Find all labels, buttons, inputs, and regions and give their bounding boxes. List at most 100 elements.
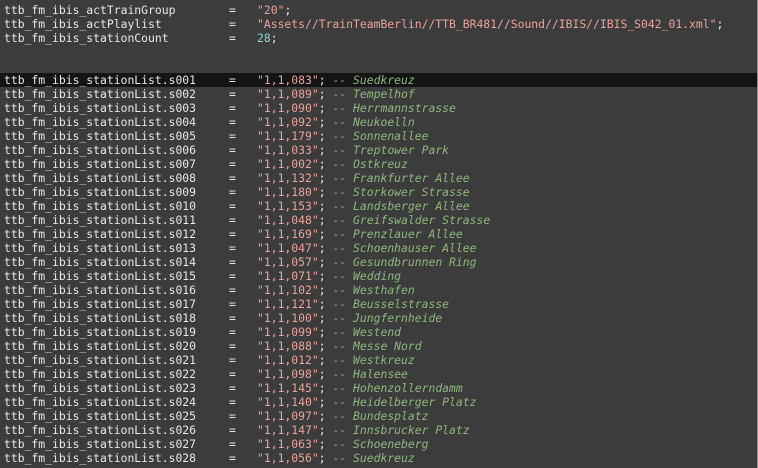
code-line-station[interactable]: ttb_fm_ibis_stationList.s018 = "1,1,100"; … xyxy=(0,311,758,325)
code-line-act-playlist[interactable]: ttb_fm_ibis_actPlaylist = "Assets//Train… xyxy=(0,17,758,31)
code-string: "1,1,083" xyxy=(257,73,319,87)
code-line-station[interactable]: ttb_fm_ibis_stationList.s015 = "1,1,071"; … xyxy=(0,269,758,283)
code-value: "20"; xyxy=(257,3,291,17)
code-comment: -- Westend xyxy=(332,325,402,339)
code-key: ttb_fm_ibis_stationList.s014 xyxy=(4,255,197,269)
code-string: "1,1,056" xyxy=(257,451,319,465)
code-line-station[interactable]: ttb_fm_ibis_stationList.s005 = "1,1,179"; … xyxy=(0,129,758,143)
code-comment: -- Landsberger Allee xyxy=(332,199,470,213)
code-value: "1,1,145"; -- Hohenzollerndamm xyxy=(257,381,463,395)
code-operator: = xyxy=(229,381,236,395)
code-value: "1,1,090"; -- Herrmannstrasse xyxy=(257,101,456,115)
code-comment: -- Herrmannstrasse xyxy=(332,101,456,115)
code-operator: = xyxy=(229,129,236,143)
code-key: ttb_fm_ibis_stationList.s012 xyxy=(4,227,197,241)
code-operator: = xyxy=(229,269,236,283)
code-key: ttb_fm_ibis_stationList.s013 xyxy=(4,241,197,255)
code-line-station[interactable]: ttb_fm_ibis_stationList.s011 = "1,1,048"; … xyxy=(0,213,758,227)
code-string: "1,1,132" xyxy=(257,171,319,185)
code-operator: = xyxy=(229,101,236,115)
code-line-station[interactable]: ttb_fm_ibis_stationList.s022 = "1,1,098"; … xyxy=(0,367,758,381)
code-semicolon: ; xyxy=(318,381,326,395)
code-semicolon: ; xyxy=(318,157,326,171)
code-key: ttb_fm_ibis_stationList.s005 xyxy=(4,129,197,143)
code-semicolon: ; xyxy=(318,185,326,199)
code-semicolon: ; xyxy=(270,31,278,45)
code-line-station[interactable]: ttb_fm_ibis_stationList.s019 = "1,1,099"; … xyxy=(0,325,758,339)
code-semicolon: ; xyxy=(318,451,326,465)
code-comment: -- Westkreuz xyxy=(332,353,415,367)
code-line-current[interactable]: ttb_fm_ibis_stationList.s001 = "1,1,083"; … xyxy=(0,73,758,87)
code-string: "1,1,048" xyxy=(257,213,319,227)
code-value: "1,1,153"; -- Landsberger Allee xyxy=(257,199,470,213)
code-line-station[interactable]: ttb_fm_ibis_stationList.s008 = "1,1,132"; … xyxy=(0,171,758,185)
code-line-station-count[interactable]: ttb_fm_ibis_stationCount = 28; xyxy=(0,31,758,45)
code-value: "1,1,092"; -- Neukoelln xyxy=(257,115,415,129)
code-line-station[interactable]: ttb_fm_ibis_stationList.s009 = "1,1,180"; … xyxy=(0,185,758,199)
code-line-station[interactable]: ttb_fm_ibis_stationList.s016 = "1,1,102"; … xyxy=(0,283,758,297)
code-semicolon: ; xyxy=(318,409,326,423)
code-operator: = xyxy=(229,213,236,227)
code-comment: -- Sonnenallee xyxy=(332,129,429,143)
code-semicolon: ; xyxy=(318,199,326,213)
code-key: ttb_fm_ibis_stationList.s019 xyxy=(4,325,197,339)
code-line-station[interactable]: ttb_fm_ibis_stationList.s026 = "1,1,147"; … xyxy=(0,423,758,437)
code-string: "1,1,092" xyxy=(257,115,319,129)
code-string: "1,1,002" xyxy=(257,157,319,171)
code-value: 28; xyxy=(257,31,278,45)
code-line-station[interactable]: ttb_fm_ibis_stationList.s024 = "1,1,140"; … xyxy=(0,395,758,409)
code-line-station[interactable]: ttb_fm_ibis_stationList.s003 = "1,1,090"; … xyxy=(0,101,758,115)
code-line-station[interactable]: ttb_fm_ibis_stationList.s006 = "1,1,033"; … xyxy=(0,143,758,157)
code-key: ttb_fm_ibis_stationList.s002 xyxy=(4,87,197,101)
code-string: "1,1,089" xyxy=(257,87,319,101)
code-string: "20" xyxy=(257,3,285,17)
code-line-station[interactable]: ttb_fm_ibis_stationList.s021 = "1,1,012"; … xyxy=(0,353,758,367)
code-line-station[interactable]: ttb_fm_ibis_stationList.s023 = "1,1,145"; … xyxy=(0,381,758,395)
code-line-station[interactable]: ttb_fm_ibis_stationList.s004 = "1,1,092"; … xyxy=(0,115,758,129)
code-line-station[interactable]: ttb_fm_ibis_stationList.s017 = "1,1,121"; … xyxy=(0,297,758,311)
code-line-station[interactable]: ttb_fm_ibis_stationList.s013 = "1,1,047"; … xyxy=(0,241,758,255)
code-line-station[interactable]: ttb_fm_ibis_stationList.s025 = "1,1,097"; … xyxy=(0,409,758,423)
code-comment: -- Innsbrucker Platz xyxy=(332,423,470,437)
code-string: "1,1,169" xyxy=(257,227,319,241)
code-key: ttb_fm_ibis_stationList.s007 xyxy=(4,157,197,171)
code-line-station[interactable]: ttb_fm_ibis_stationList.s012 = "1,1,169"; … xyxy=(0,227,758,241)
code-operator: = xyxy=(229,143,236,157)
code-key: ttb_fm_ibis_actPlaylist xyxy=(4,17,162,31)
code-comment: -- Neukoelln xyxy=(332,115,415,129)
code-line-station[interactable]: ttb_fm_ibis_stationList.s002 = "1,1,089"; … xyxy=(0,87,758,101)
code-semicolon: ; xyxy=(318,171,326,185)
code-string: "1,1,033" xyxy=(257,143,319,157)
code-key: ttb_fm_ibis_stationList.s027 xyxy=(4,437,197,451)
code-key: ttb_fm_ibis_actTrainGroup xyxy=(4,3,176,17)
code-line-station[interactable]: ttb_fm_ibis_stationList.s028 = "1,1,056"; … xyxy=(0,451,758,465)
code-semicolon: ; xyxy=(716,17,724,31)
code-key: ttb_fm_ibis_stationList.s004 xyxy=(4,115,197,129)
code-line-station[interactable]: ttb_fm_ibis_stationList.s027 = "1,1,063"; … xyxy=(0,437,758,451)
code-operator: = xyxy=(229,437,236,451)
code-value: "1,1,147"; -- Innsbrucker Platz xyxy=(257,423,470,437)
code-value: "1,1,088"; -- Messe Nord xyxy=(257,339,422,353)
code-operator: = xyxy=(229,87,236,101)
code-line-station[interactable]: ttb_fm_ibis_stationList.s007 = "1,1,002"; … xyxy=(0,157,758,171)
code-operator: = xyxy=(229,227,236,241)
code-key: ttb_fm_ibis_stationList.s028 xyxy=(4,451,197,465)
code-line-act-train-group[interactable]: ttb_fm_ibis_actTrainGroup = "20"; xyxy=(0,3,758,17)
code-line-station[interactable]: ttb_fm_ibis_stationList.s020 = "1,1,088"; … xyxy=(0,339,758,353)
code-editor[interactable]: ttb_fm_ibis_actTrainGroup = "20"; ttb_fm… xyxy=(0,0,758,468)
code-operator: = xyxy=(229,171,236,185)
code-value: "1,1,071"; -- Wedding xyxy=(257,269,401,283)
code-operator: = xyxy=(229,409,236,423)
code-comment: -- Wedding xyxy=(332,269,402,283)
code-semicolon: ; xyxy=(318,339,326,353)
code-key: ttb_fm_ibis_stationList.s006 xyxy=(4,143,197,157)
code-semicolon: ; xyxy=(318,325,326,339)
code-line-station[interactable]: ttb_fm_ibis_stationList.s014 = "1,1,057"; … xyxy=(0,255,758,269)
code-value: "1,1,083"; -- Suedkreuz xyxy=(257,73,415,87)
code-comment: -- Bundesplatz xyxy=(332,409,429,423)
code-operator: = xyxy=(229,115,236,129)
code-line-blank[interactable] xyxy=(0,59,758,73)
code-value: "1,1,179"; -- Sonnenallee xyxy=(257,129,428,143)
code-line-station[interactable]: ttb_fm_ibis_stationList.s010 = "1,1,153"; … xyxy=(0,199,758,213)
code-line-blank[interactable] xyxy=(0,45,758,59)
